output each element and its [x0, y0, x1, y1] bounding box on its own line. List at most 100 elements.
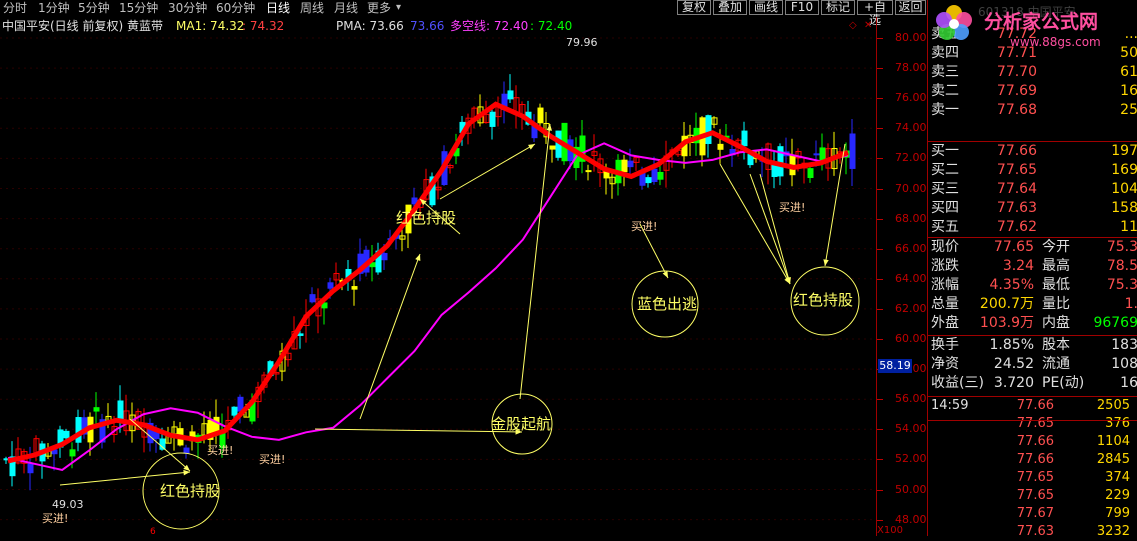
- axis-tick-label: 80.00: [895, 31, 927, 44]
- axis-tick-label: 60.00: [895, 332, 927, 345]
- axis-tick-mark: [877, 399, 883, 401]
- tick-volume: 3232: [1096, 524, 1130, 539]
- axis-mark: 6: [150, 527, 156, 536]
- order-price: 77.69: [996, 83, 1037, 99]
- f10-button[interactable]: F10: [785, 0, 819, 15]
- axis-tick-mark: [877, 38, 883, 39]
- stat-label: 净资: [931, 356, 959, 372]
- stat-row: 外盘 103.9万 内盘 96769: [928, 314, 1137, 333]
- dk-label: 多空线: 72.40: [450, 19, 529, 33]
- candle-body: [657, 171, 664, 180]
- tick-price: 77.65: [1016, 416, 1054, 431]
- stat-value: 78.5: [1106, 258, 1137, 274]
- order-label: 买四: [931, 200, 959, 216]
- stat-value: 75.3: [1106, 239, 1137, 255]
- tick-volume: 229: [1105, 488, 1130, 503]
- order-volume: 11: [1120, 219, 1137, 235]
- period-daily[interactable]: 日线: [266, 1, 290, 15]
- order-price: 77.64: [996, 181, 1037, 197]
- back-button[interactable]: 返回: [895, 0, 926, 15]
- buy-label: 买进!: [42, 512, 68, 525]
- annotation-text: 蓝色出逃: [637, 295, 697, 313]
- order-label: 卖二: [931, 83, 959, 99]
- tick-volume: 2845: [1096, 452, 1130, 467]
- axis-tick-mark: [877, 218, 883, 220]
- stock-title: 中国平安(日线 前复权) 黄蓝带: [2, 19, 163, 33]
- ma1-label: MA1: 74.32: [176, 19, 245, 33]
- candle-body: [807, 168, 814, 178]
- order-volume: 104: [1111, 181, 1137, 197]
- restore-rights-button[interactable]: 复权: [677, 0, 711, 15]
- candle-body: [741, 130, 748, 147]
- stat-row: 涨跌 3.24 最高 78.5: [928, 257, 1137, 276]
- period-60min[interactable]: 60分钟: [216, 1, 255, 15]
- ma1-value: : 74.32: [242, 19, 285, 33]
- axis-tick-mark: [877, 308, 883, 310]
- buy-row: 买三 77.64 104: [928, 180, 1137, 199]
- order-volume: 197: [1111, 143, 1137, 159]
- chevron-down-icon[interactable]: ▾: [396, 1, 401, 15]
- candle-body: [27, 463, 34, 474]
- axis-tick-mark: [877, 459, 883, 461]
- candle-body: [69, 449, 76, 457]
- axis-tick-label: 62.00: [895, 301, 927, 315]
- candle-body: [549, 145, 556, 150]
- stat-label: 股本: [1042, 337, 1070, 353]
- axis-tick-label: 56.00: [895, 392, 927, 406]
- tick-price: 77.66: [1016, 434, 1054, 449]
- tick-volume: 799: [1105, 506, 1130, 521]
- axis-tick-label: 52.00: [895, 452, 927, 466]
- candle-body: [537, 107, 544, 124]
- stat-value: 16: [1120, 375, 1137, 391]
- tick-price: 77.66: [1016, 452, 1054, 467]
- order-price: 77.65: [996, 162, 1037, 178]
- period-weekly[interactable]: 周线: [300, 1, 324, 15]
- draw-line-button[interactable]: 画线: [749, 0, 783, 15]
- order-volume: 169: [1111, 162, 1137, 178]
- diamond-icon[interactable]: ◇: [849, 18, 857, 34]
- stat-row: 净资 24.52 流通 108: [928, 355, 1137, 374]
- tick-volume: 374: [1105, 470, 1130, 485]
- period-monthly[interactable]: 月线: [334, 1, 358, 15]
- tick-row: 77.65 376: [928, 415, 1137, 433]
- stat-value: 183: [1111, 337, 1137, 353]
- stat-row: 收益(三) 3.720 PE(动) 16: [928, 374, 1137, 393]
- candle-body: [627, 160, 634, 168]
- candle-body: [507, 90, 514, 100]
- stat-label: 流通: [1042, 356, 1070, 372]
- period-30min[interactable]: 30分钟: [168, 1, 207, 15]
- stat-label: 换手: [931, 337, 959, 353]
- candle-body: [639, 172, 646, 186]
- close-icon[interactable]: ✕: [864, 18, 872, 34]
- period-15min[interactable]: 15分钟: [119, 1, 158, 15]
- order-volume: 158: [1111, 200, 1137, 216]
- tick-row: 77.65 374: [928, 469, 1137, 487]
- period-more[interactable]: 更多: [367, 1, 391, 15]
- annotation-text: 红色持股: [396, 209, 456, 227]
- divider: [928, 420, 1137, 421]
- period-fenshi[interactable]: 分时: [3, 1, 27, 15]
- stat-label: 最低: [1042, 277, 1070, 293]
- candle-body: [849, 133, 856, 169]
- price-axis: 80.00 78.00 76.00 74.00 72.00 70.00 68.00 66.00…: [876, 17, 927, 536]
- mark-button[interactable]: 标记: [821, 0, 855, 15]
- candle-body: [63, 430, 70, 439]
- order-price: 77.62: [996, 219, 1037, 235]
- candle-body: [381, 252, 388, 261]
- kline-chart[interactable]: 红色持股红色持股金股起航蓝色出逃 红色持股买进!买进!买进!买进!买进!79.96…: [0, 34, 876, 536]
- candle-body: [183, 447, 190, 454]
- overlay-button[interactable]: 叠加: [713, 0, 747, 15]
- tick-time: 14:59: [931, 398, 969, 413]
- axis-tick-label: 72.00: [895, 151, 927, 165]
- sell-row: 卖一 77.68 25: [928, 101, 1137, 120]
- axis-tick-mark: [877, 489, 883, 491]
- period-5min[interactable]: 5分钟: [78, 1, 110, 15]
- add-watchlist-button[interactable]: +自选: [857, 0, 893, 27]
- candle-body: [297, 333, 304, 336]
- period-1min[interactable]: 1分钟: [38, 1, 70, 15]
- stat-row: 总量 200.7万 量比 1.: [928, 295, 1137, 314]
- axis-tick-mark: [877, 278, 883, 280]
- axis-tick-label: 68.00: [895, 211, 927, 225]
- tick-volume: 1104: [1096, 434, 1130, 449]
- annotation-arrow: [519, 123, 551, 400]
